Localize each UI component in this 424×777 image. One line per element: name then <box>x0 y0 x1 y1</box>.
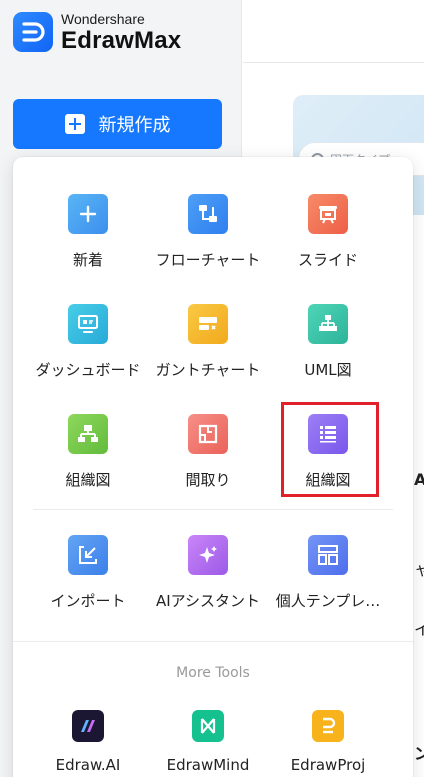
menu-item-flowchart[interactable]: フローチャート <box>144 194 272 284</box>
menu-item-label: 組織図 <box>305 471 351 489</box>
menu-item-label: 新着 <box>72 251 103 269</box>
logo-product: EdrawMax <box>61 26 182 54</box>
menu-item-gantt[interactable]: ガントチャート <box>144 304 272 394</box>
plus-icon <box>64 114 85 134</box>
app-logo[interactable]: Wondershare EdrawMax <box>13 10 181 54</box>
menu-item-label: ガントチャート <box>155 361 261 379</box>
menu-item-org-chart-list[interactable]: 組織図 <box>264 414 392 504</box>
header-divider <box>243 62 424 63</box>
menu-item-import[interactable]: インポート <box>24 535 152 625</box>
menu-item-label: ダッシュボード <box>35 361 141 379</box>
menu-item-label: フローチャート <box>155 251 261 269</box>
main-fragment-text: イ <box>414 620 424 639</box>
menu-item-dashboard[interactable]: ダッシュボード <box>24 304 152 394</box>
org-chart-icon <box>68 414 108 454</box>
menu-item-new[interactable]: 新着 <box>24 194 152 284</box>
new-create-button[interactable]: 新規作成 <box>13 99 222 149</box>
dashboard-icon <box>68 304 108 344</box>
edrawmax-logo-icon <box>13 12 53 52</box>
slide-icon <box>308 194 348 234</box>
logo-brand: Wondershare <box>61 10 145 27</box>
main-fragment-text: A <box>414 470 424 489</box>
menu-item-uml[interactable]: UML図 <box>264 304 392 394</box>
new-create-label: 新規作成 <box>98 115 171 136</box>
menu-item-label: UML図 <box>304 361 352 379</box>
menu-divider <box>33 509 393 510</box>
menu-item-org-chart[interactable]: 組織図 <box>24 414 152 504</box>
gantt-icon <box>188 304 228 344</box>
main-fragment-text: ャ <box>414 560 424 579</box>
menu-item-label: インポート <box>50 592 126 610</box>
menu-item-label: AIアシスタント <box>155 592 261 610</box>
tool-label: EdrawMind <box>166 756 250 774</box>
tool-label: Edraw.AI <box>55 756 121 774</box>
tool-edrawmind[interactable]: EdrawMind <box>144 710 272 777</box>
new-document-menu: 新着 フローチャート スライド ダッシュボード ガントチャート UML図 組織図… <box>13 157 413 777</box>
plus-icon <box>68 194 108 234</box>
menu-item-personal-template[interactable]: 個人テンプレ… <box>264 535 392 625</box>
more-tools-heading: More Tools <box>176 665 250 681</box>
menu-item-label: 個人テンプレ… <box>275 592 381 610</box>
menu-item-label: スライド <box>297 251 358 269</box>
edrawmind-icon <box>192 710 224 742</box>
tool-edrawproj[interactable]: EdrawProj <box>264 710 392 777</box>
import-icon <box>68 535 108 575</box>
main-fragment-text: ン <box>414 744 424 763</box>
tool-edraw-ai[interactable]: Edraw.AI <box>24 710 152 777</box>
edrawproj-icon <box>312 710 344 742</box>
menu-item-label: 間取り <box>185 471 231 489</box>
edraw-ai-icon <box>72 710 104 742</box>
menu-item-label: 組織図 <box>65 471 111 489</box>
menu-item-floor-plan[interactable]: 間取り <box>144 414 272 504</box>
list-icon <box>308 414 348 454</box>
tool-label: EdrawProj <box>290 756 366 774</box>
menu-item-slide[interactable]: スライド <box>264 194 392 284</box>
flowchart-icon <box>188 194 228 234</box>
template-icon <box>308 535 348 575</box>
sparkle-icon <box>188 535 228 575</box>
floor-plan-icon <box>188 414 228 454</box>
menu-divider <box>13 641 413 642</box>
menu-item-ai-assistant[interactable]: AIアシスタント <box>144 535 272 625</box>
uml-icon <box>308 304 348 344</box>
